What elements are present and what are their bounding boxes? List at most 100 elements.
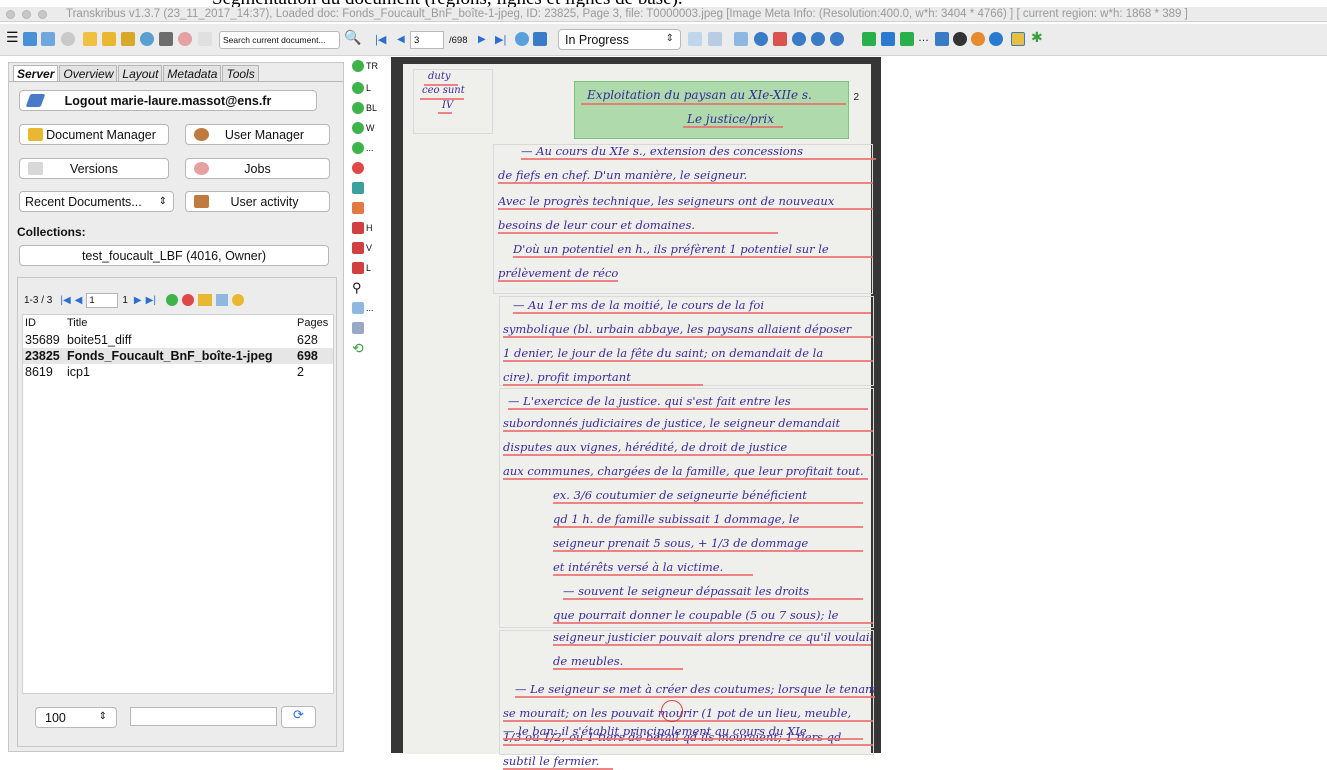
selected-text-region[interactable]: Exploitation du paysan au XIe-XIIe s. Le…: [574, 81, 849, 139]
tab-server[interactable]: Server: [13, 65, 59, 81]
tool-label: BL: [366, 103, 378, 113]
search-icon[interactable]: 🔍: [344, 29, 361, 45]
edit-icon[interactable]: [1011, 32, 1025, 46]
refresh-button[interactable]: ⟳: [281, 706, 316, 728]
tab-layout[interactable]: Layout: [118, 65, 163, 81]
user-activity-button[interactable]: User activity: [185, 191, 330, 212]
comment-icon[interactable]: [773, 32, 787, 46]
last-page-icon[interactable]: ▶|: [495, 33, 506, 49]
first-page-icon[interactable]: |◀: [60, 295, 70, 306]
table-row[interactable]: 35689 boite51_diff 628: [23, 332, 333, 348]
document-page-input[interactable]: 1: [86, 292, 119, 308]
tab-overview[interactable]: Overview: [59, 65, 118, 81]
menu-icon[interactable]: ☰: [6, 29, 19, 45]
contrast-icon[interactable]: [953, 32, 967, 46]
remove-icon[interactable]: [181, 294, 194, 306]
next-page-icon[interactable]: ▶: [134, 295, 142, 306]
tools-button[interactable]: [352, 320, 366, 336]
column-header-pages[interactable]: Pages: [297, 317, 328, 329]
user-icon: [194, 128, 209, 141]
folder-icon[interactable]: [197, 294, 212, 306]
image-canvas[interactable]: 2 duty ceo sunt IV Exploitation du paysa…: [391, 57, 881, 770]
fit-height-icon[interactable]: [900, 32, 914, 46]
refresh-icon[interactable]: [140, 32, 154, 46]
user-manager-button[interactable]: User Manager: [185, 124, 330, 145]
delete-shape-button[interactable]: [352, 160, 366, 176]
status-select[interactable]: In Progress ⇕: [558, 29, 681, 50]
image-icon[interactable]: [935, 32, 949, 46]
separator: [198, 32, 212, 46]
reload-icon[interactable]: [515, 32, 529, 46]
edit-more-button[interactable]: ...: [352, 300, 374, 316]
move-point-button[interactable]: ⚲: [352, 280, 362, 296]
zoom-in-icon[interactable]: [811, 32, 825, 46]
maximize-window-icon[interactable]: [38, 10, 47, 19]
tab-tools[interactable]: Tools: [222, 65, 259, 81]
add-baseline-button[interactable]: BL: [352, 100, 377, 116]
last-page-icon[interactable]: ▶|: [146, 295, 156, 306]
collection-select[interactable]: test_foucault_LBF (4016, Owner): [19, 245, 329, 266]
view-icon[interactable]: [754, 32, 768, 46]
split-line-button[interactable]: L: [352, 260, 371, 276]
close-window-icon[interactable]: [6, 10, 15, 19]
undo-button[interactable]: ⟲: [352, 340, 364, 356]
document-manager-button[interactable]: Document Manager: [19, 124, 169, 145]
zoom-out-icon[interactable]: [830, 32, 844, 46]
table-row[interactable]: 8619 icp1 2: [23, 364, 333, 380]
library-icon[interactable]: [159, 32, 173, 46]
zoom-icon[interactable]: [792, 32, 806, 46]
add-line-button[interactable]: L: [352, 80, 371, 96]
brightness-icon[interactable]: [971, 32, 985, 46]
add-more-button[interactable]: ...: [352, 140, 374, 156]
next-page-icon[interactable]: ▶: [478, 34, 486, 50]
select-cursor-icon[interactable]: [734, 32, 748, 46]
table-row-selected[interactable]: 23825 Fonds_Foucault_BnF_boîte-1-jpeg 69…: [23, 348, 333, 364]
margin-region[interactable]: duty ceo sunt IV: [413, 69, 493, 134]
minimize-window-icon[interactable]: [22, 10, 31, 19]
add-text-region-button[interactable]: TR: [352, 58, 378, 74]
column-header-title[interactable]: Title: [67, 317, 87, 329]
page-number-input[interactable]: 3: [410, 31, 444, 49]
split-vertical-button[interactable]: V: [352, 240, 372, 256]
fit-width-icon[interactable]: [881, 32, 895, 46]
versions-button[interactable]: Versions: [19, 158, 169, 179]
duplicate-icon[interactable]: [215, 294, 228, 306]
merge-shapes-button[interactable]: [352, 180, 366, 196]
job-icon[interactable]: [178, 32, 192, 46]
filter-input[interactable]: [130, 707, 277, 726]
split-shapes-button[interactable]: [352, 200, 366, 216]
jobs-button[interactable]: Jobs: [185, 158, 330, 179]
collection-selected: test_foucault_LBF (4016, Owner): [81, 248, 267, 263]
page-size-select[interactable]: 100 ⇕: [35, 707, 117, 728]
folder-export-icon[interactable]: [121, 32, 135, 46]
tab-metadata[interactable]: Metadata: [163, 65, 222, 81]
folder-open-icon[interactable]: [83, 32, 97, 46]
settings-icon[interactable]: [231, 294, 244, 306]
folder-upload-icon[interactable]: [102, 32, 116, 46]
handwritten-line: ex. 3/6 coutumier de seigneurie bénéfici…: [553, 488, 807, 502]
logout-button[interactable]: Logout marie-laure.massot@ens.fr: [19, 90, 317, 111]
previous-page-icon[interactable]: ◀: [75, 295, 83, 306]
copy-icon[interactable]: [688, 32, 702, 46]
handwritten-line: aux communes, chargées de la famille, qu…: [503, 464, 864, 478]
split-horizontal-button[interactable]: H: [352, 220, 373, 236]
previous-page-icon[interactable]: ◀: [397, 34, 405, 50]
monitor-icon[interactable]: [41, 32, 55, 46]
fit-page-icon[interactable]: [862, 32, 876, 46]
more-icon[interactable]: …: [918, 32, 929, 48]
add-word-button[interactable]: W: [352, 120, 375, 136]
search-input[interactable]: Search current document...: [219, 31, 340, 49]
bug-icon[interactable]: ✱: [1031, 29, 1043, 45]
recent-documents-select[interactable]: Recent Documents... ⇕: [19, 191, 174, 212]
document-page-of: 1: [122, 294, 128, 306]
layout-icon[interactable]: [23, 32, 37, 46]
minus-icon: [352, 162, 364, 174]
paste-icon[interactable]: [708, 32, 722, 46]
column-header-id[interactable]: ID: [25, 317, 36, 329]
first-page-icon[interactable]: |◀: [375, 33, 386, 49]
help-icon[interactable]: [989, 32, 1003, 46]
row-title: Fonds_Foucault_BnF_boîte-1-jpeg: [67, 349, 273, 363]
add-icon[interactable]: [165, 294, 178, 306]
save-icon[interactable]: [533, 32, 547, 46]
info-icon[interactable]: [61, 32, 75, 46]
